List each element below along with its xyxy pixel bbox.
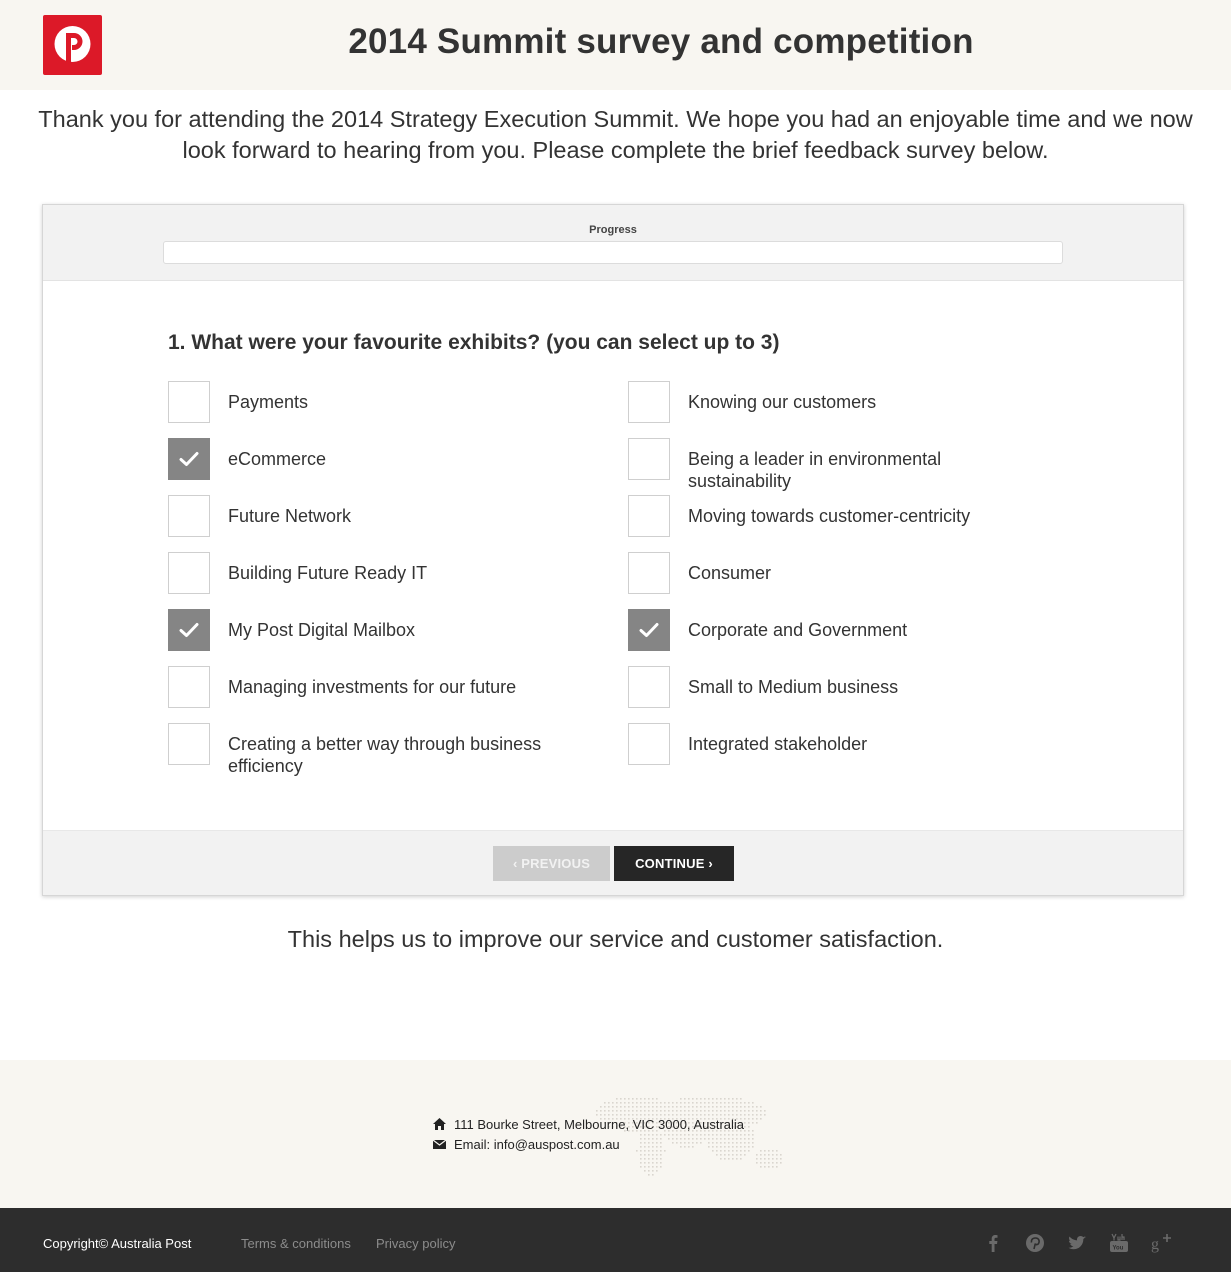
navigation-bar: ‹ PREVIOUS CONTINUE › bbox=[43, 830, 1183, 895]
checkbox[interactable] bbox=[628, 666, 670, 708]
progress-label: Progress bbox=[589, 224, 637, 236]
option-left-4[interactable]: My Post Digital Mailbox bbox=[168, 609, 598, 669]
progress-section: Progress bbox=[43, 205, 1183, 281]
checkbox[interactable] bbox=[628, 495, 670, 537]
home-icon bbox=[433, 1118, 446, 1130]
envelope-icon bbox=[433, 1139, 446, 1149]
option-label: eCommerce bbox=[228, 449, 327, 469]
australia-post-logo[interactable] bbox=[43, 15, 102, 75]
option-left-2[interactable]: Future Network bbox=[168, 495, 598, 555]
option-label: Corporate and Government bbox=[688, 620, 908, 640]
option-right-5[interactable]: Small to Medium business bbox=[628, 666, 1058, 726]
option-left-3[interactable]: Building Future Ready IT bbox=[168, 552, 598, 612]
option-label: Consumer bbox=[688, 563, 772, 583]
survey-card: Progress 1. What were your favourite exh… bbox=[42, 204, 1184, 896]
option-left-6[interactable]: Creating a better way through business e… bbox=[168, 723, 598, 783]
email-link[interactable]: Email: info@auspost.com.au bbox=[454, 1137, 620, 1152]
checkbox[interactable] bbox=[168, 609, 210, 651]
option-label: My Post Digital Mailbox bbox=[228, 620, 416, 640]
svg-text:g: g bbox=[1151, 1236, 1159, 1253]
checkmark-icon bbox=[639, 623, 659, 637]
checkbox[interactable] bbox=[168, 666, 210, 708]
page-title: 2014 Summit survey and competition bbox=[348, 22, 974, 61]
question-title: 1. What were your favourite exhibits? (y… bbox=[168, 331, 780, 354]
post-p-icon bbox=[54, 26, 91, 62]
google-plus-icon[interactable]: g bbox=[1150, 1232, 1172, 1254]
twitter-icon[interactable] bbox=[1066, 1232, 1088, 1254]
continue-button[interactable]: CONTINUE › bbox=[614, 846, 734, 881]
terms-link[interactable]: Terms & conditions bbox=[241, 1236, 351, 1251]
footer-contact: 111 Bourke Street, Melbourne, VIC 3000, … bbox=[0, 1060, 1231, 1208]
address-text: 111 Bourke Street, Melbourne, VIC 3000, … bbox=[454, 1117, 745, 1132]
checkbox[interactable] bbox=[168, 552, 210, 594]
checkbox[interactable] bbox=[168, 723, 210, 765]
option-label: Small to Medium business bbox=[688, 677, 899, 697]
option-right-0[interactable]: Knowing our customers bbox=[628, 381, 1058, 441]
option-label: Creating a better way through business e… bbox=[228, 734, 542, 776]
option-left-5[interactable]: Managing investments for our future bbox=[168, 666, 598, 726]
checkbox[interactable] bbox=[628, 381, 670, 423]
checkbox[interactable] bbox=[168, 438, 210, 480]
checkbox[interactable] bbox=[628, 552, 670, 594]
checkmark-icon bbox=[179, 623, 199, 637]
intro-text: Thank you for attending the 2014 Strateg… bbox=[38, 106, 1193, 163]
checkbox[interactable] bbox=[168, 495, 210, 537]
option-label: Building Future Ready IT bbox=[228, 563, 428, 583]
checkmark-icon bbox=[179, 452, 199, 466]
copyright-text: Copyright© Australia Post bbox=[43, 1236, 192, 1251]
option-right-2[interactable]: Moving towards customer-centricity bbox=[628, 495, 1058, 555]
option-left-0[interactable]: Payments bbox=[168, 381, 598, 441]
footer-bar: Copyright© Australia Post Terms & condit… bbox=[0, 1208, 1231, 1272]
world-map-icon bbox=[596, 1098, 782, 1176]
youtube-icon[interactable]: You bbox=[1108, 1232, 1130, 1254]
checkbox[interactable] bbox=[168, 381, 210, 423]
option-right-1[interactable]: Being a leader in environmental sustaina… bbox=[628, 438, 1058, 498]
checkbox[interactable] bbox=[628, 609, 670, 651]
option-label: Knowing our customers bbox=[688, 392, 877, 412]
previous-button[interactable]: ‹ PREVIOUS bbox=[493, 846, 610, 881]
option-right-6[interactable]: Integrated stakeholder bbox=[628, 723, 1058, 783]
header-bar: 2014 Summit survey and competition bbox=[0, 0, 1231, 90]
option-label: Moving towards customer-centricity bbox=[688, 506, 971, 526]
privacy-link[interactable]: Privacy policy bbox=[376, 1236, 455, 1251]
facebook-icon[interactable] bbox=[982, 1232, 1004, 1254]
progress-bar bbox=[163, 241, 1063, 264]
option-right-3[interactable]: Consumer bbox=[628, 552, 1058, 612]
svg-text:You: You bbox=[1113, 1246, 1124, 1252]
option-label: Managing investments for our future bbox=[228, 677, 517, 697]
option-label: Future Network bbox=[228, 506, 352, 526]
pinterest-icon[interactable] bbox=[1024, 1232, 1046, 1254]
option-left-1[interactable]: eCommerce bbox=[168, 438, 598, 498]
checkbox[interactable] bbox=[628, 438, 670, 480]
checkbox[interactable] bbox=[628, 723, 670, 765]
option-right-4[interactable]: Corporate and Government bbox=[628, 609, 1058, 669]
option-label: Being a leader in environmental sustaina… bbox=[688, 449, 942, 491]
option-label: Integrated stakeholder bbox=[688, 734, 868, 754]
closing-text: This helps us to improve our service and… bbox=[287, 926, 944, 952]
option-label: Payments bbox=[228, 392, 309, 412]
